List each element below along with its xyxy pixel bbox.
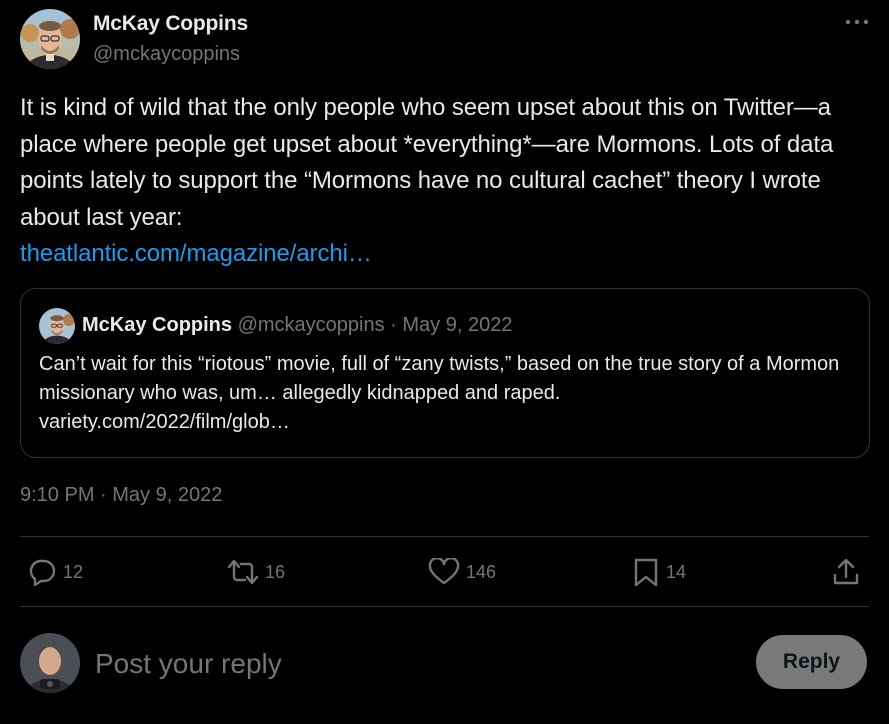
tweet-link[interactable]: theatlantic.com/magazine/archi… <box>20 236 372 273</box>
bookmark-icon <box>634 558 658 587</box>
like-action-button[interactable]: 146 <box>428 555 496 589</box>
repost-action-button[interactable]: 16 <box>227 555 285 589</box>
current-user-avatar[interactable] <box>20 633 80 693</box>
quoted-meta: @mckaycoppins · May 9, 2022 <box>237 314 513 336</box>
tweet-timestamp[interactable]: 9:10 PM · May 9, 2022 <box>20 484 222 507</box>
author-avatar[interactable] <box>20 9 80 69</box>
author-name[interactable]: McKay Coppins <box>93 12 248 36</box>
reply-action-button[interactable]: 12 <box>27 555 83 589</box>
reply-icon <box>29 559 56 586</box>
more-options-button[interactable] <box>842 10 872 34</box>
bookmark-action-button[interactable]: 14 <box>632 555 686 589</box>
repost-icon <box>227 559 259 585</box>
heart-icon <box>428 558 460 585</box>
tweet-text: It is kind of wild that the only people … <box>20 90 865 273</box>
share-action-button[interactable] <box>832 555 860 589</box>
reply-input[interactable] <box>95 642 715 686</box>
quoted-link: variety.com/2022/film/glob… <box>39 411 290 433</box>
quoted-author-avatar[interactable] <box>39 308 75 344</box>
quoted-header: McKay Coppins @mckaycoppins · May 9, 202… <box>82 314 512 337</box>
quoted-body: Can’t wait for this “riotous” movie, ful… <box>39 353 840 404</box>
reply-count: 12 <box>63 561 84 582</box>
share-icon <box>833 558 859 585</box>
divider <box>20 536 869 537</box>
tweet-detail: McKay Coppins @mckaycoppins It is kind o… <box>0 0 889 724</box>
quoted-text: Can’t wait for this “riotous” movie, ful… <box>39 350 859 437</box>
repost-count: 16 <box>265 561 286 582</box>
quoted-tweet[interactable]: McKay Coppins @mckaycoppins · May 9, 202… <box>20 288 870 458</box>
tweet-body: It is kind of wild that the only people … <box>20 94 834 231</box>
reply-button[interactable]: Reply <box>756 635 867 689</box>
author-handle[interactable]: @mckaycoppins <box>93 43 240 66</box>
quoted-author-name: McKay Coppins <box>82 314 233 336</box>
like-count: 146 <box>466 561 497 582</box>
bookmark-count: 14 <box>666 561 687 582</box>
divider <box>20 606 869 607</box>
more-icon <box>845 19 869 25</box>
